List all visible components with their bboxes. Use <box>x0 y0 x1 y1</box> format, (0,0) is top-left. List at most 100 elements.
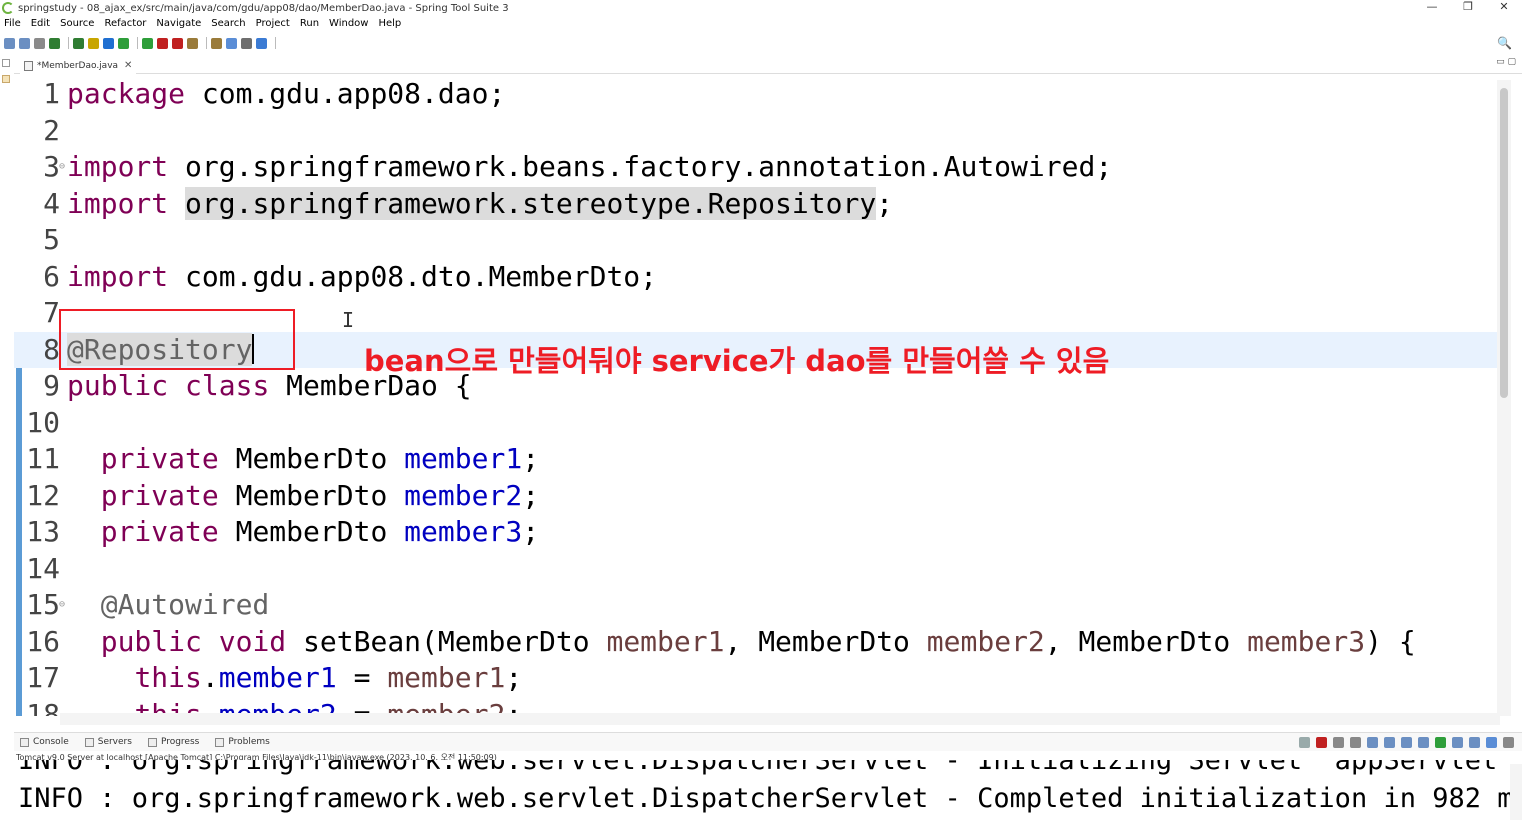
code-editor[interactable]: 1 package com.gdu.app08.dao; 2 3 ⊖ import org… <box>14 76 1522 716</box>
toolbar-button-icon[interactable] <box>157 37 168 49</box>
console-scrollbar[interactable] <box>1510 764 1522 820</box>
code-token: class <box>185 369 270 402</box>
console-toolbar-icon[interactable] <box>1452 737 1463 748</box>
tab-problems[interactable]: Problems <box>209 737 270 747</box>
editor-min-max-controls[interactable]: ▭ ▢ <box>1496 57 1516 67</box>
tab-servers[interactable]: Servers <box>79 737 132 747</box>
code-line[interactable]: 11 private MemberDto member1; <box>14 441 1498 477</box>
code-line[interactable]: 2 <box>14 113 1498 149</box>
main-toolbar: 🔍 <box>0 33 1522 53</box>
tab-memberdao-java[interactable]: *MemberDao.java ✕ <box>20 57 137 74</box>
close-window-button[interactable]: ✕ <box>1486 0 1522 14</box>
code-token: ; <box>522 478 540 512</box>
toolbar-button-icon[interactable] <box>103 37 114 49</box>
toolbar-button-icon[interactable] <box>34 37 45 49</box>
console-toolbar-icon[interactable] <box>1486 737 1497 748</box>
toolbar-button-icon[interactable] <box>4 37 15 49</box>
code-token: MemberDto <box>218 478 405 512</box>
toolbar-button-icon[interactable] <box>187 37 198 49</box>
code-token: com.gdu.app08.dao; <box>185 77 506 110</box>
annotation-note: bean으로 만들어둬야 service가 dao를 만들어쓸 수 있음 <box>364 344 1110 378</box>
code-token: MemberDto <box>218 515 405 548</box>
code-line[interactable]: 3 ⊖ import org.springframework.beans.facto… <box>14 149 1498 185</box>
console-toolbar-icon[interactable] <box>1299 737 1310 748</box>
console-toolbar-icon[interactable] <box>1350 737 1361 748</box>
toolbar-button-icon[interactable] <box>73 37 84 49</box>
code-token: member3 <box>404 515 523 548</box>
console-toolbar-icon[interactable] <box>1469 737 1480 748</box>
menu-search[interactable]: Search <box>211 18 245 29</box>
menu-help[interactable]: Help <box>378 18 401 29</box>
close-tab-icon[interactable]: ✕ <box>124 60 132 71</box>
code-line[interactable]: 14 <box>14 551 1498 587</box>
toolbar-button-icon[interactable] <box>211 37 222 49</box>
line-number: 16 <box>26 624 60 658</box>
fold-toggle-icon[interactable]: ⊖ <box>59 149 65 185</box>
code-line[interactable]: 13 private MemberDto member3; <box>14 514 1498 550</box>
menu-run[interactable]: Run <box>300 18 319 29</box>
console-toolbar-icon[interactable] <box>1333 737 1344 748</box>
console-toolbar-icon[interactable] <box>1435 737 1446 748</box>
code-token: MemberDto <box>218 442 405 475</box>
tab-progress[interactable]: Progress <box>142 737 199 747</box>
code-line[interactable]: 6 import com.gdu.app08.dto.MemberDto; <box>14 259 1498 295</box>
menu-refactor[interactable]: Refactor <box>104 18 146 29</box>
restore-button[interactable]: ❐ <box>1450 0 1486 14</box>
editor-horizontal-scrollbar[interactable] <box>60 713 1500 725</box>
menu-navigate[interactable]: Navigate <box>156 18 201 29</box>
scrollbar-thumb[interactable] <box>1500 88 1508 398</box>
code-token: void <box>218 624 287 658</box>
console-toolbar-icon[interactable] <box>1316 737 1327 748</box>
toolbar-button-icon[interactable] <box>172 37 183 49</box>
menu-project[interactable]: Project <box>256 18 290 29</box>
code-line[interactable]: 10 <box>14 405 1498 441</box>
menu-edit[interactable]: Edit <box>31 18 50 29</box>
toolbar-button-icon[interactable] <box>19 37 30 49</box>
code-line[interactable]: 4 import org.springframework.stereotype.R… <box>14 186 1498 222</box>
menu-window[interactable]: Window <box>329 18 368 29</box>
code-line[interactable]: 16 public void setBean(MemberDto member1… <box>14 624 1498 660</box>
code-token: com.gdu.app08.dto.MemberDto; <box>168 259 658 293</box>
console-toolbar-icon[interactable] <box>1401 737 1412 748</box>
restore-view-icon[interactable] <box>2 59 10 67</box>
console-output[interactable]: INFO : org.springframework.web.servlet.D… <box>14 760 1510 820</box>
code-line[interactable]: 5 <box>14 222 1498 258</box>
toolbar-button-icon[interactable] <box>226 37 237 49</box>
code-text: private MemberDto member3; <box>67 514 539 550</box>
menu-source[interactable]: Source <box>60 18 94 29</box>
tab-label: *MemberDao.java <box>37 60 119 71</box>
line-number: 7 <box>43 296 60 329</box>
console-toolbar-icon[interactable] <box>1367 737 1378 748</box>
code-line[interactable]: 12 private MemberDto member2; <box>14 478 1498 514</box>
console-toolbar-icon[interactable] <box>1418 737 1429 748</box>
toolbar-button-icon[interactable] <box>88 37 99 49</box>
minimize-button[interactable]: — <box>1414 0 1450 14</box>
editor-vertical-scrollbar[interactable] <box>1497 80 1511 716</box>
code-token: private <box>100 515 219 548</box>
code-token: , MemberDto <box>1044 624 1248 658</box>
line-number: 15 <box>26 588 60 621</box>
mouse-ibeam-cursor: I <box>342 308 355 332</box>
line-number: 8 <box>43 332 60 366</box>
tab-console[interactable]: Console <box>14 737 69 747</box>
console-toolbar-icon[interactable] <box>1384 737 1395 748</box>
toolbar-button-icon[interactable] <box>142 37 153 49</box>
code-line[interactable]: 17 this.member1 = member1; <box>14 660 1498 696</box>
toolbar-button-icon[interactable] <box>49 37 60 49</box>
window-title: springstudy - 08_ajax_ex/src/main/java/c… <box>18 2 509 14</box>
toolbar-button-icon[interactable] <box>118 37 129 49</box>
code-token: member1 <box>387 661 506 694</box>
menu-file[interactable]: File <box>4 18 21 29</box>
toolbar-right: 🔍 <box>1497 36 1512 50</box>
toolbar-button-icon[interactable] <box>256 37 267 49</box>
search-icon[interactable]: 🔍 <box>1497 36 1512 50</box>
problems-icon <box>215 737 225 747</box>
code-text: public void setBean(MemberDto member1, M… <box>67 624 1416 660</box>
fold-toggle-icon[interactable]: ⊖ <box>59 587 65 623</box>
toolbar-button-icon[interactable] <box>241 37 252 49</box>
code-line[interactable]: 15 ⊖ @Autowired <box>14 587 1498 623</box>
package-explorer-icon[interactable] <box>2 75 10 83</box>
console-toolbar-icon[interactable] <box>1503 737 1514 748</box>
code-line[interactable]: 1 package com.gdu.app08.dao; <box>14 76 1498 112</box>
